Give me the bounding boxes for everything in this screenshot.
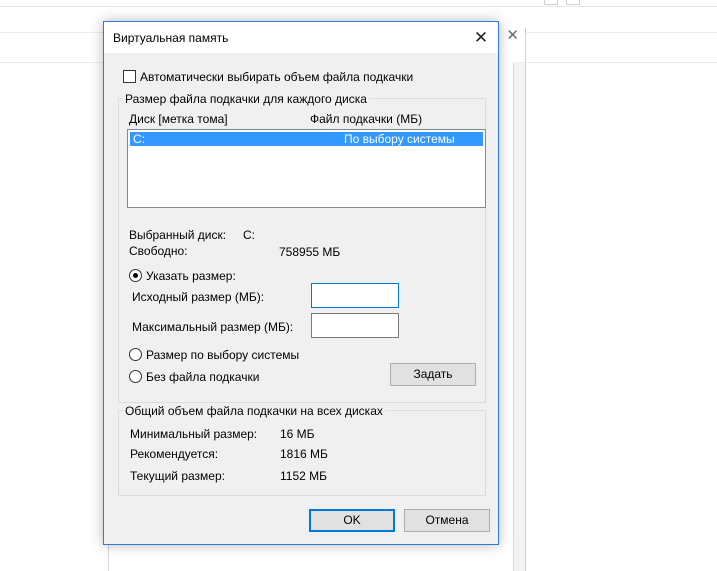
- drive-paging-size: По выбору системы: [344, 132, 455, 146]
- title-bar: Виртуальная память ✕: [104, 22, 498, 53]
- dialog-title: Виртуальная память: [113, 31, 229, 45]
- min-size-label: Минимальный размер:: [130, 427, 258, 441]
- recommended-label: Рекомендуется:: [130, 447, 219, 461]
- max-size-label: Максимальный размер (МБ):: [132, 320, 294, 334]
- initial-size-input[interactable]: [312, 284, 398, 305]
- max-size-field[interactable]: [311, 313, 399, 338]
- selected-drive-value: C:: [243, 228, 255, 242]
- set-button[interactable]: Задать: [390, 363, 476, 386]
- total-paging-group-label: Общий объем файла подкачки на всех диска…: [123, 404, 385, 418]
- current-size-label: Текущий размер:: [130, 469, 225, 483]
- no-paging-radio[interactable]: Без файла подкачки: [129, 370, 259, 384]
- min-size-value: 16 МБ: [280, 427, 315, 441]
- max-size-input[interactable]: [312, 314, 398, 335]
- system-managed-label: Размер по выбору системы: [146, 348, 300, 362]
- radio-button[interactable]: [129, 348, 142, 361]
- radio-button[interactable]: [129, 370, 142, 383]
- ok-button[interactable]: OK: [309, 509, 395, 532]
- system-managed-radio[interactable]: Размер по выбору системы: [129, 348, 299, 362]
- drive-list-item[interactable]: C: По выбору системы: [130, 132, 483, 146]
- background-close-icon[interactable]: ✕: [506, 28, 519, 44]
- selected-drive-label: Выбранный диск:: [129, 228, 227, 242]
- drive-letter: C:: [133, 132, 145, 146]
- auto-manage-label: Автоматически выбирать объем файла подка…: [140, 70, 414, 84]
- no-paging-label: Без файла подкачки: [146, 370, 260, 384]
- current-size-value: 1152 МБ: [280, 469, 328, 483]
- auto-manage-checkbox[interactable]: Автоматически выбирать объем файла подка…: [123, 70, 413, 84]
- recommended-value: 1816 МБ: [280, 447, 328, 461]
- custom-size-label: Указать размер:: [146, 269, 236, 283]
- column-header-paging-size: Файл подкачки (МБ): [310, 112, 423, 126]
- background-top-strip: [0, 0, 717, 7]
- radio-button[interactable]: [129, 269, 142, 282]
- free-space-label: Свободно:: [129, 244, 188, 258]
- cancel-button[interactable]: Отмена: [404, 509, 490, 532]
- initial-size-label: Исходный размер (МБ):: [132, 290, 265, 304]
- column-header-drive: Диск [метка тома]: [129, 112, 228, 126]
- drive-list[interactable]: C: По выбору системы: [127, 129, 486, 208]
- virtual-memory-dialog: Виртуальная память ✕ Автоматически выбир…: [103, 21, 499, 545]
- custom-size-radio[interactable]: Указать размер:: [129, 269, 236, 283]
- background-window-control: [566, 0, 580, 5]
- background-window-control: [544, 0, 558, 5]
- checkbox-box[interactable]: [123, 70, 136, 83]
- background-scrollbar[interactable]: [514, 62, 525, 571]
- initial-size-field[interactable]: [311, 283, 399, 308]
- free-space-value: 758955 МБ: [279, 245, 341, 259]
- per-drive-group-label: Размер файла подкачки для каждого диска: [123, 92, 369, 106]
- close-icon[interactable]: ✕: [464, 22, 498, 53]
